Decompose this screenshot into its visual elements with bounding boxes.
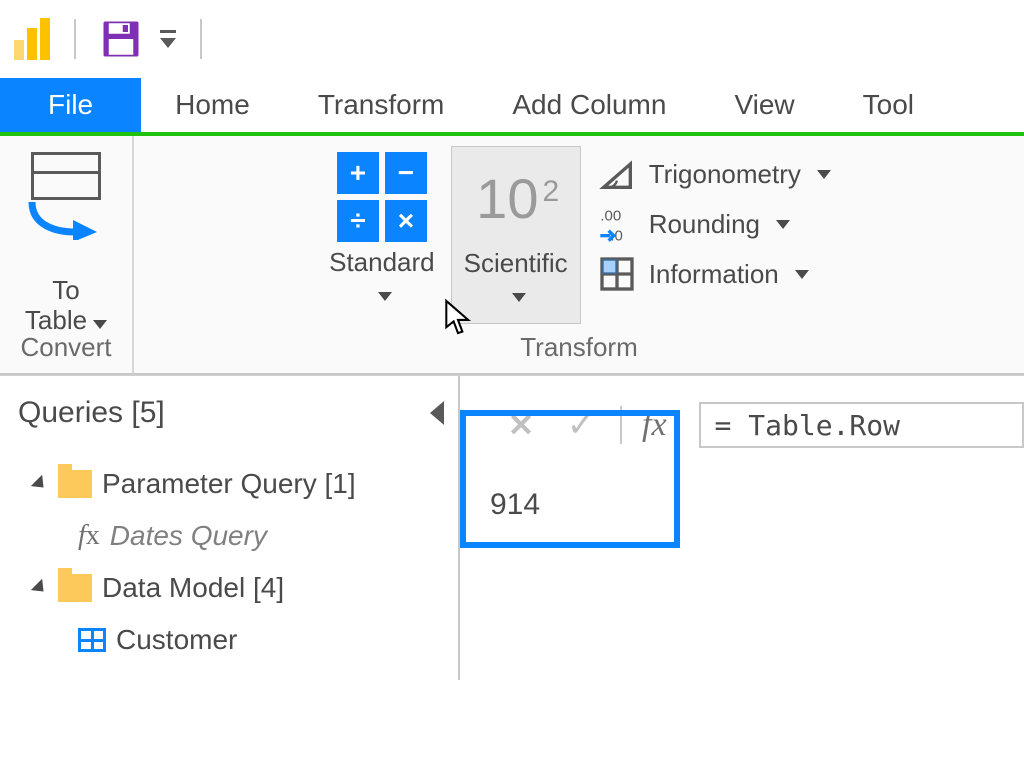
queries-header[interactable]: Queries [5]	[10, 390, 448, 458]
trigonometry-label: Trigonometry	[649, 159, 801, 190]
qat-separator	[74, 19, 76, 59]
rounding-label: Rounding	[649, 209, 760, 240]
ribbon-tabs: File Home Transform Add Column View Tool	[0, 78, 1024, 136]
mouse-cursor-icon	[443, 298, 473, 336]
fx-icon: fx	[78, 520, 100, 552]
standard-label: Standard	[329, 247, 435, 277]
folder-icon	[58, 470, 92, 498]
chevron-down-icon	[378, 292, 392, 301]
ribbon: To Table Convert +− ÷× Standard	[0, 136, 1024, 375]
tree-group-parameter-query[interactable]: Parameter Query [1]	[10, 458, 448, 510]
to-table-icon	[21, 152, 111, 240]
scientific-icon: 102	[476, 166, 555, 231]
formula-text: = Table.Row	[715, 409, 900, 442]
standard-button[interactable]: +− ÷× Standard	[317, 146, 447, 324]
folder-icon	[58, 574, 92, 602]
qat-customize-icon[interactable]	[160, 38, 176, 48]
tree-item-customer[interactable]: Customer	[10, 614, 448, 666]
trigonometry-button[interactable]: Trigonometry	[595, 152, 831, 196]
result-pane: ✕ ✓ fx = Table.Row 914	[460, 376, 1024, 680]
to-table-button[interactable]: To Table	[6, 146, 126, 324]
ribbon-group-transform: +− ÷× Standard 102 Scientific	[134, 136, 1024, 373]
svg-text:.00: .00	[600, 208, 621, 225]
chevron-down-icon	[795, 270, 809, 279]
info-grid-icon	[595, 252, 639, 296]
content-area: Queries [5] Parameter Query [1] fx Dates…	[0, 375, 1024, 680]
chevron-down-icon	[512, 293, 526, 302]
tab-home[interactable]: Home	[141, 78, 284, 132]
chevron-down-icon	[776, 220, 790, 229]
tab-file[interactable]: File	[0, 78, 141, 132]
ribbon-group-convert: To Table Convert	[0, 136, 134, 373]
tree-label: Customer	[116, 624, 237, 656]
tree-group-data-model[interactable]: Data Model [4]	[10, 562, 448, 614]
qat-separator	[200, 19, 202, 59]
tree-label: Data Model [4]	[102, 572, 284, 604]
tab-transform[interactable]: Transform	[284, 78, 479, 132]
title-bar	[0, 0, 1024, 78]
tree-label: Parameter Query [1]	[102, 468, 356, 500]
chevron-down-icon	[817, 170, 831, 179]
tree-label: Dates Query	[110, 520, 267, 552]
app-icon	[14, 18, 50, 60]
expand-icon	[31, 579, 49, 597]
tree-item-dates-query[interactable]: fx Dates Query	[10, 510, 448, 562]
rounding-button[interactable]: .00 .0 Rounding	[595, 202, 831, 246]
group-label-transform: Transform	[520, 324, 638, 369]
queries-pane: Queries [5] Parameter Query [1] fx Dates…	[0, 376, 460, 680]
save-button[interactable]	[100, 18, 142, 60]
group-label-convert: Convert	[20, 324, 111, 369]
expand-icon	[31, 475, 49, 493]
queries-title: Queries [5]	[18, 396, 165, 430]
information-button[interactable]: Information	[595, 252, 831, 296]
tab-add-column[interactable]: Add Column	[478, 78, 700, 132]
calculator-icon: +− ÷×	[337, 152, 427, 242]
table-icon	[78, 628, 106, 652]
tab-tools[interactable]: Tool	[829, 78, 948, 132]
formula-input[interactable]: = Table.Row	[699, 402, 1024, 448]
annotation-highlight	[460, 410, 680, 548]
collapse-pane-icon[interactable]	[430, 401, 444, 425]
information-label: Information	[649, 259, 779, 290]
rounding-icon: .00 .0	[595, 202, 639, 246]
scientific-label: Scientific	[464, 248, 568, 278]
tab-view[interactable]: View	[700, 78, 828, 132]
triangle-icon	[595, 152, 639, 196]
